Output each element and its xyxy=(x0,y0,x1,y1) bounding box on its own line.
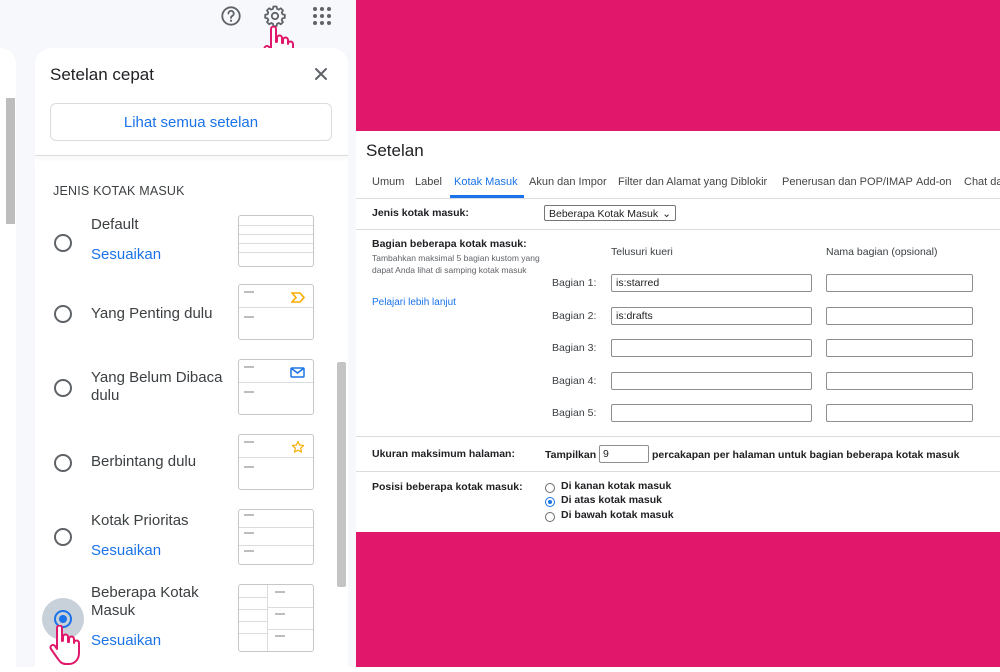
section-label: Bagian 3: xyxy=(552,342,597,354)
column-header-name: Nama bagian (opsional) xyxy=(826,246,938,258)
option-label-priority-inbox: Kotak Prioritas xyxy=(91,512,189,529)
help-icon[interactable] xyxy=(219,4,243,28)
option-label-default: Default xyxy=(91,216,139,233)
row-divider xyxy=(356,471,1000,472)
learn-more-link[interactable]: Pelajari lebih lanjut xyxy=(372,297,542,309)
customize-default-link[interactable]: Sesuaikan xyxy=(91,246,161,263)
close-icon[interactable] xyxy=(312,65,332,85)
option-label-multiple-inboxes: Beberapa Kotak Masuk xyxy=(91,584,199,619)
radio-default[interactable] xyxy=(54,234,72,252)
section-label: Bagian 1: xyxy=(552,277,597,289)
radio-unread-first[interactable] xyxy=(54,379,72,397)
settings-panel: Setelan Umum Label Kotak Masuk Akun dan … xyxy=(356,131,1000,532)
tabs-divider xyxy=(356,198,1000,199)
position-label: Posisi beberapa kotak masuk: xyxy=(372,481,523,493)
quick-settings-title: Setelan cepat xyxy=(50,65,154,84)
section-3-name-input[interactable] xyxy=(826,339,973,357)
mail-list-scrollbar[interactable] xyxy=(6,98,15,224)
see-all-settings-button[interactable]: Lihat semua setelan xyxy=(50,103,332,141)
inbox-type-select[interactable]: Beberapa Kotak Masuk ⌄ xyxy=(544,205,676,221)
tab-chat[interactable]: Chat da xyxy=(964,176,1000,188)
position-above-label: Di atas kotak masuk xyxy=(561,494,662,506)
tab-addons[interactable]: Add-on xyxy=(916,176,951,188)
panel-divider xyxy=(35,155,348,156)
customize-multiple-link[interactable]: Sesuaikan xyxy=(91,632,161,649)
hand-cursor-icon xyxy=(48,624,82,672)
section-1-query-input[interactable]: is:starred xyxy=(611,274,812,292)
inbox-type-section-title: JENIS KOTAK MASUK xyxy=(53,184,185,198)
tab-filters-blocked[interactable]: Filter dan Alamat yang Diblokir xyxy=(618,176,767,188)
thumbnail-default xyxy=(238,215,314,267)
option-label-starred-first: Berbintang dulu xyxy=(91,453,197,470)
thumbnail-multiple-inboxes xyxy=(238,584,314,652)
thumbnail-priority-inbox xyxy=(238,509,314,565)
panel-scrollbar[interactable] xyxy=(337,362,346,587)
page-size-input[interactable]: 9 xyxy=(599,445,649,463)
section-2-name-input[interactable] xyxy=(826,307,973,325)
tab-inbox[interactable]: Kotak Masuk xyxy=(454,176,518,188)
section-5-query-input[interactable] xyxy=(611,404,812,422)
apps-grid-icon[interactable] xyxy=(310,4,334,28)
option-label-important-first: Yang Penting dulu xyxy=(91,305,213,322)
tab-labels[interactable]: Label xyxy=(415,176,442,188)
tab-accounts-import[interactable]: Akun dan Impor xyxy=(529,176,607,188)
section-4-name-input[interactable] xyxy=(826,372,973,390)
customize-priority-link[interactable]: Sesuaikan xyxy=(91,542,161,559)
gear-icon[interactable] xyxy=(263,4,287,28)
option-label-unread-first: Yang Belum Dibaca dulu xyxy=(91,369,223,404)
thumbnail-starred-first xyxy=(238,434,314,490)
radio-important-first[interactable] xyxy=(54,305,72,323)
thumbnail-important-first xyxy=(238,284,314,340)
section-3-query-input[interactable] xyxy=(611,339,812,357)
section-5-name-input[interactable] xyxy=(826,404,973,422)
row-divider xyxy=(356,229,1000,230)
tab-forwarding-pop-imap[interactable]: Penerusan dan POP/IMAP xyxy=(782,176,913,188)
gmail-background: Setelan cepat Lihat semua setelan JENIS … xyxy=(0,0,356,667)
multiple-sections-label: Bagian beberapa kotak masuk: xyxy=(372,238,527,250)
section-label: Bagian 5: xyxy=(552,407,597,419)
mail-envelope-icon xyxy=(290,365,305,383)
inbox-type-label: Jenis kotak masuk: xyxy=(372,207,469,219)
radio-position-right[interactable] xyxy=(545,483,555,493)
page-size-suffix: percakapan per halaman untuk bagian bebe… xyxy=(652,449,960,461)
radio-position-below[interactable] xyxy=(545,512,555,522)
inbox-type-selected-value: Beberapa Kotak Masuk xyxy=(549,208,659,220)
important-marker-icon xyxy=(290,290,306,308)
radio-position-above[interactable] xyxy=(545,497,555,507)
star-icon xyxy=(291,440,305,459)
radio-priority-inbox[interactable] xyxy=(54,528,72,546)
column-header-query: Telusuri kueri xyxy=(611,246,673,258)
row-divider xyxy=(356,436,1000,437)
max-page-size-label: Ukuran maksimum halaman: xyxy=(372,448,515,460)
section-2-query-input[interactable]: is:drafts xyxy=(611,307,812,325)
thumbnail-unread-first xyxy=(238,359,314,415)
position-right-label: Di kanan kotak masuk xyxy=(561,480,672,492)
section-label: Bagian 4: xyxy=(552,375,597,387)
position-below-label: Di bawah kotak masuk xyxy=(561,509,674,521)
tab-general[interactable]: Umum xyxy=(372,176,404,188)
section-1-name-input[interactable] xyxy=(826,274,973,292)
settings-title: Setelan xyxy=(366,141,424,160)
show-label: Tampilkan xyxy=(545,449,597,461)
section-4-query-input[interactable] xyxy=(611,372,812,390)
radio-starred-first[interactable] xyxy=(54,454,72,472)
section-label: Bagian 2: xyxy=(552,310,597,322)
quick-settings-panel: Setelan cepat Lihat semua setelan JENIS … xyxy=(35,48,348,667)
chevron-down-icon: ⌄ xyxy=(662,208,671,220)
multiple-sections-help: Tambahkan maksimal 5 bagian kustom yang … xyxy=(372,253,540,275)
